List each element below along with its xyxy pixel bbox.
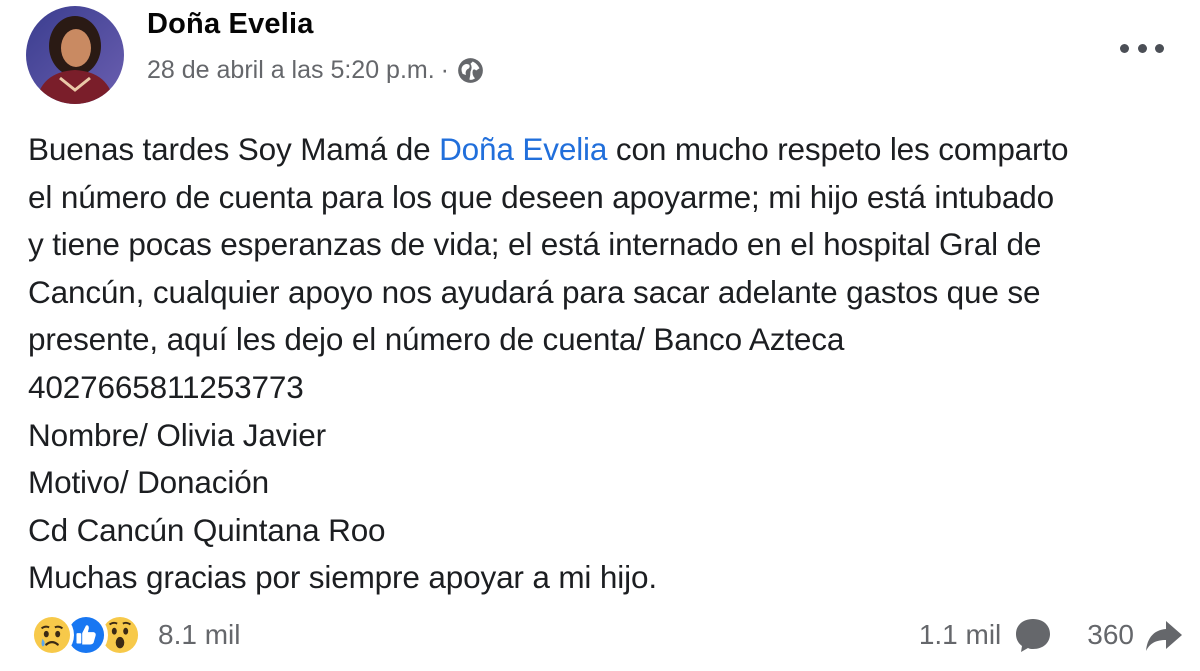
author-avatar[interactable] <box>26 6 124 104</box>
post-line: Muchas gracias por siempre apoyar a mi h… <box>28 559 657 596</box>
post-line: Buenas tardes Soy Mamá de Doña Evelia co… <box>28 131 1069 167</box>
comment-icon[interactable] <box>1013 615 1053 655</box>
post-line: el número de cuenta para los que deseen … <box>28 178 1055 215</box>
post-timestamp[interactable]: 28 de abril a las 5:20 p.m. <box>147 56 435 85</box>
post-line: y tiene pocas esperanzas de vida; el est… <box>28 226 1042 263</box>
avatar-image <box>26 6 124 104</box>
post-line: Cd Cancún Quintana Roo <box>28 511 386 548</box>
meta-separator: · <box>440 56 449 84</box>
account-number: 4027665811253773 <box>28 368 304 405</box>
more-options-icon[interactable] <box>1120 36 1164 60</box>
author-mention-link[interactable]: Doña Evelia <box>439 131 607 167</box>
post-line: Cancún, cualquier apoyo nos ayudará para… <box>28 273 1041 310</box>
comment-count[interactable]: 1.1 mil <box>919 619 1001 651</box>
engagement-counts: 1.1 mil 360 <box>919 612 1184 658</box>
reactions-summary[interactable]: 8.1 mil <box>30 612 240 658</box>
facebook-post: Doña Evelia 28 de abril a las 5:20 p.m. … <box>0 0 1200 671</box>
post-meta: 28 de abril a las 5:20 p.m. · <box>147 56 484 85</box>
post-line: presente, aquí les dejo el número de cue… <box>28 321 845 358</box>
reaction-count[interactable]: 8.1 mil <box>158 619 240 651</box>
author-name[interactable]: Doña Evelia <box>147 8 314 41</box>
share-count[interactable]: 360 <box>1087 619 1134 651</box>
post-body: Buenas tardes Soy Mamá de Doña Evelia co… <box>28 126 1188 602</box>
sad-reaction-icon <box>30 613 74 657</box>
globe-icon[interactable] <box>457 57 484 84</box>
post-line: Motivo/ Donación <box>28 464 269 501</box>
post-line: Nombre/ Olivia Javier <box>28 416 326 453</box>
share-icon[interactable] <box>1144 615 1184 655</box>
